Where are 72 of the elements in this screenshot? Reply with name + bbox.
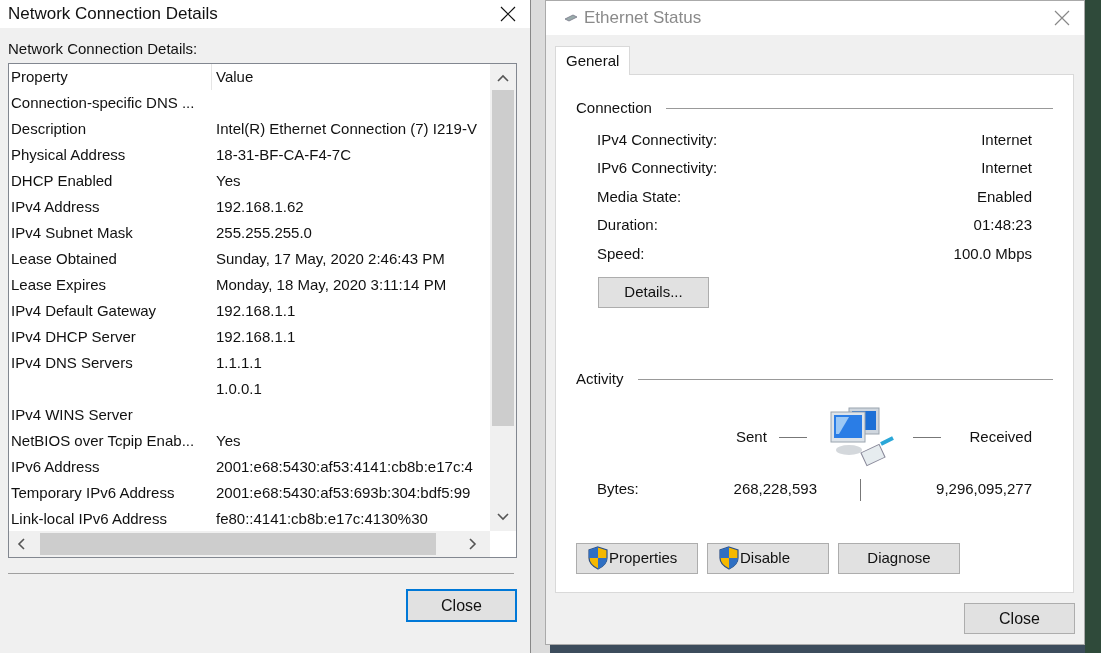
status-label: IPv4 Connectivity: xyxy=(597,129,718,150)
property-cell: IPv6 Address xyxy=(11,457,100,475)
bytes-label: Bytes: xyxy=(597,479,640,500)
action-button[interactable]: Diagnose xyxy=(838,542,960,574)
shield-icon xyxy=(588,546,608,570)
property-cell: IPv4 Address xyxy=(11,197,100,215)
action-button[interactable]: Properties xyxy=(576,542,698,574)
property-cell: Lease Obtained xyxy=(11,249,117,267)
status-label: Duration: xyxy=(597,215,658,235)
sent-label: Sent xyxy=(736,427,767,448)
property-cell: NetBIOS over Tcpip Enab... xyxy=(11,431,195,449)
property-cell: IPv4 Subnet Mask xyxy=(11,223,133,241)
close-button[interactable]: Close xyxy=(964,603,1075,634)
value-cell: Intel(R) Ethernet Connection (7) I219-V xyxy=(216,119,477,137)
network-cable-icon xyxy=(564,13,578,23)
close-icon[interactable] xyxy=(500,6,516,22)
horizontal-scrollbar[interactable] xyxy=(9,531,490,557)
tab[interactable]: General xyxy=(555,46,631,75)
scroll-down-icon[interactable] xyxy=(497,513,509,521)
value-cell: Yes xyxy=(216,431,241,449)
value-cell: 255.255.255.0 xyxy=(216,223,312,241)
scrollbar-thumb[interactable] xyxy=(40,533,436,555)
scroll-right-icon[interactable] xyxy=(469,538,477,550)
property-cell: Temporary IPv6 Address xyxy=(11,483,175,501)
group-heading: Connection xyxy=(576,98,652,118)
property-cell: Description xyxy=(11,119,87,137)
action-button[interactable]: Disable xyxy=(707,542,829,574)
value-cell: 192.168.1.62 xyxy=(216,197,304,215)
property-cell: IPv4 DNS Servers xyxy=(11,353,133,371)
received-label: Received xyxy=(969,427,1032,448)
property-cell: Link-local IPv6 Address xyxy=(11,509,167,527)
value-cell: Sunday, 17 May, 2020 2:46:43 PM xyxy=(216,249,445,267)
window-title: Ethernet Status xyxy=(584,7,702,30)
close-button[interactable]: Close xyxy=(406,589,517,622)
status-label: Media State: xyxy=(597,186,682,207)
value-cell: 1.1.1.1 xyxy=(216,353,262,371)
scrollbar-thumb[interactable] xyxy=(492,90,514,426)
status-value: Enabled xyxy=(976,186,1032,207)
property-cell: IPv4 DHCP Server xyxy=(11,327,136,345)
scroll-up-icon[interactable] xyxy=(497,74,509,82)
column-header[interactable]: Property xyxy=(9,64,212,90)
status-label: Speed: xyxy=(597,243,645,264)
column-header[interactable]: Value xyxy=(212,65,254,89)
value-cell: 2001:e68:5430:af53:693b:304:bdf5:99 xyxy=(216,483,471,501)
value-cell: Yes xyxy=(216,171,241,189)
sent-bytes: 268,228,593 xyxy=(732,479,817,500)
property-cell: IPv4 WINS Server xyxy=(11,405,133,423)
received-bytes: 9,296,095,277 xyxy=(936,479,1032,500)
group-heading: Activity xyxy=(576,369,624,389)
vertical-scrollbar[interactable] xyxy=(490,64,516,531)
value-cell: 192.168.1.1 xyxy=(216,327,296,345)
window-title: Network Connection Details xyxy=(8,5,218,22)
status-value: Internet xyxy=(981,129,1032,150)
shield-icon xyxy=(719,546,739,570)
status-label: IPv6 Connectivity: xyxy=(597,158,718,178)
value-cell: Monday, 18 May, 2020 3:11:14 PM xyxy=(216,275,447,293)
property-cell: DHCP Enabled xyxy=(11,171,113,189)
scroll-left-icon[interactable] xyxy=(17,538,25,550)
status-value: Internet xyxy=(981,158,1032,178)
status-value: 01:48:23 xyxy=(973,215,1032,235)
value-cell: fe80::4141:cb8b:e17c:4130%30 xyxy=(216,509,428,527)
property-cell: Connection-specific DNS ... xyxy=(11,93,195,111)
details-button[interactable]: Details... xyxy=(598,277,709,308)
value-cell: 192.168.1.1 xyxy=(216,301,296,319)
property-cell: Physical Address xyxy=(11,145,126,163)
list-label: Network Connection Details: xyxy=(8,40,198,57)
property-cell: IPv4 Default Gateway xyxy=(11,301,157,319)
value-cell: 18-31-BF-CA-F4-7C xyxy=(216,145,352,163)
value-cell: 2001:e68:5430:af53:4141:cb8b:e17c:4 xyxy=(216,457,473,475)
property-cell: Lease Expires xyxy=(11,275,107,293)
value-cell: 1.0.0.1 xyxy=(216,379,262,397)
status-value: 100.0 Mbps xyxy=(953,243,1032,264)
